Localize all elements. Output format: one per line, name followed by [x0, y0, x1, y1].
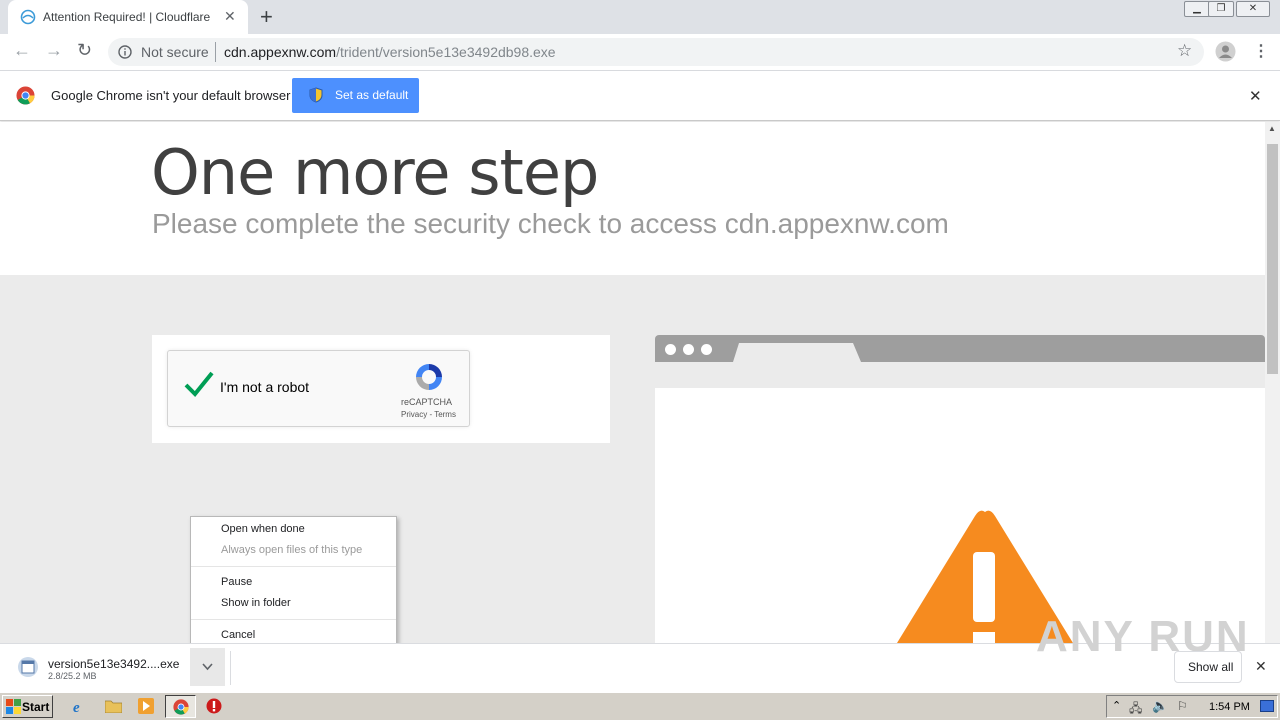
download-progress: 2.8/25.2 MB: [48, 671, 97, 681]
restore-button[interactable]: ❐: [1208, 1, 1234, 17]
svg-text:e: e: [73, 700, 80, 714]
chrome-taskbar-icon: [173, 699, 189, 715]
show-all-button[interactable]: Show all: [1174, 651, 1242, 683]
menu-icon[interactable]: ⋮: [1253, 41, 1269, 61]
checkmark-icon[interactable]: [183, 370, 215, 398]
window-dot: [665, 344, 676, 355]
globe-icon: [20, 9, 36, 25]
folder-icon[interactable]: [105, 699, 122, 713]
new-tab-button[interactable]: +: [260, 4, 273, 30]
network-icon[interactable]: 🖧: [1129, 699, 1142, 720]
download-options-button[interactable]: [190, 648, 225, 686]
browser-tab[interactable]: Attention Required! | Cloudflare ✕: [8, 0, 248, 34]
security-label: Not secure: [141, 44, 209, 60]
shield-icon: [309, 87, 323, 103]
shelf-divider: [230, 651, 231, 685]
info-icon: [118, 45, 132, 59]
recaptcha-logo-icon: [416, 364, 442, 390]
window-dot: [683, 344, 694, 355]
download-shelf-close-button[interactable]: ✕: [1255, 658, 1267, 675]
star-icon[interactable]: ☆: [1177, 41, 1192, 61]
omnibox-divider: [215, 42, 216, 62]
back-button[interactable]: ←: [13, 40, 31, 61]
flag-icon[interactable]: ⚐: [1177, 699, 1188, 713]
menu-item-open-when-done[interactable]: Open when done: [221, 523, 305, 535]
page-subheading: Please complete the security check to ac…: [152, 208, 949, 239]
url-path: /trident/version5e13e3492db98.exe: [336, 44, 556, 60]
minimize-button[interactable]: ▁: [1184, 1, 1210, 17]
url-host: cdn.appexnw.com: [224, 44, 337, 60]
url-text: cdn.appexnw.com/trident/version5e13e3492…: [224, 44, 556, 60]
menu-item-pause[interactable]: Pause: [221, 576, 252, 588]
clock[interactable]: 1:54 PM: [1209, 701, 1250, 713]
infobar-close-button[interactable]: ✕: [1249, 87, 1262, 105]
download-filename[interactable]: version5e13e3492....exe: [48, 657, 179, 671]
illustration-tab: [733, 343, 861, 362]
recaptcha-widget[interactable]: I'm not a robot reCAPTCHA Privacy - Term…: [167, 350, 470, 427]
menu-item-always-open: Always open files of this type: [221, 544, 363, 556]
windows-logo-icon: [6, 699, 21, 714]
media-player-icon[interactable]: [138, 698, 154, 714]
start-label: Start: [22, 700, 50, 714]
set-as-default-label: Set as default: [335, 88, 409, 102]
recaptcha-brand: reCAPTCHA: [401, 397, 453, 407]
show-all-label: Show all: [1188, 660, 1234, 674]
menu-separator: [191, 566, 396, 567]
show-desktop-icon[interactable]: [1260, 700, 1274, 712]
window-dot: [701, 344, 712, 355]
reload-button[interactable]: ↻: [77, 40, 92, 61]
tab-close-button[interactable]: ✕: [224, 8, 236, 25]
volume-icon[interactable]: 🔈: [1152, 698, 1168, 714]
infobar-message: Google Chrome isn't your default browser: [51, 88, 291, 103]
tray-expand-icon[interactable]: ⌃: [1112, 699, 1121, 712]
tab-title: Attention Required! | Cloudflare: [43, 10, 211, 24]
menu-item-show-in-folder[interactable]: Show in folder: [221, 597, 291, 609]
ie-icon[interactable]: e: [72, 698, 88, 714]
system-tray: ⌃ 🖧 🔈 ⚐ 1:54 PM: [1106, 695, 1278, 718]
close-window-button[interactable]: ✕: [1236, 1, 1270, 17]
menu-separator: [191, 619, 396, 620]
scroll-up-arrow[interactable]: ▲: [1268, 124, 1276, 133]
set-as-default-button[interactable]: Set as default: [292, 78, 419, 113]
antivirus-icon[interactable]: [206, 698, 222, 714]
page-heading: One more step: [151, 136, 599, 209]
scroll-thumb[interactable]: [1267, 144, 1278, 374]
start-button[interactable]: Start: [2, 695, 53, 718]
menu-item-cancel[interactable]: Cancel: [221, 629, 255, 641]
address-bar[interactable]: Not secure cdn.appexnw.com/trident/versi…: [108, 38, 1204, 66]
account-icon[interactable]: [1215, 41, 1236, 62]
forward-button[interactable]: →: [45, 40, 63, 61]
recaptcha-links[interactable]: Privacy - Terms: [401, 410, 456, 419]
file-icon: [18, 657, 38, 677]
chrome-taskbar-button[interactable]: [165, 695, 196, 718]
chrome-logo-icon: [16, 86, 35, 105]
chevron-down-icon: [202, 663, 213, 671]
captcha-label: I'm not a robot: [220, 379, 310, 395]
browser-illustration-toolbar: [655, 362, 1265, 388]
